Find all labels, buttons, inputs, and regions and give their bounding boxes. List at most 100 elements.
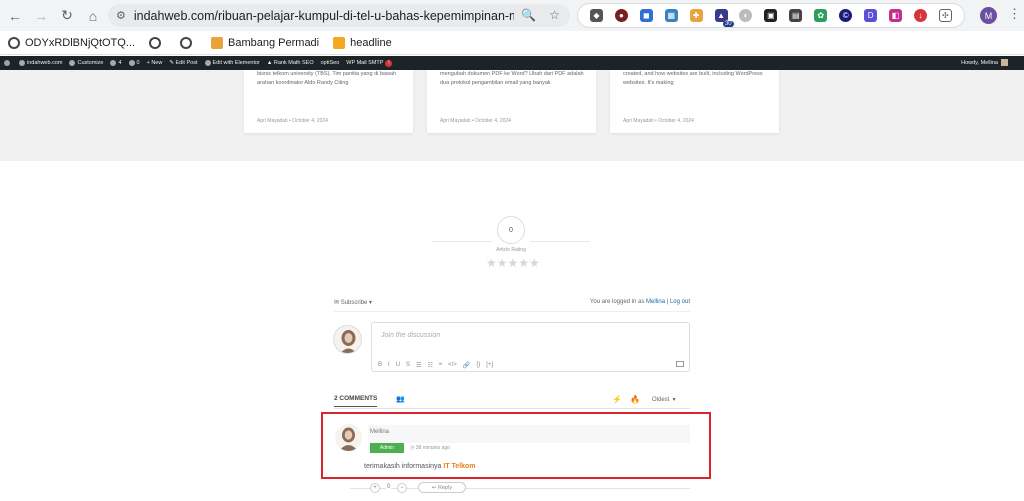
vote-count: 0 <box>386 484 392 490</box>
admin-rankmath-link[interactable]: ▲ Rank Math SEO <box>267 60 314 66</box>
zoom-icon[interactable]: 🔍 <box>521 8 536 22</box>
image-icon <box>211 36 224 49</box>
related-posts: bisnis telkom university (TBS). Tim pani… <box>0 70 1024 161</box>
bookmark-item[interactable]: ODYxRDlBNjQtOTQ... <box>8 36 135 49</box>
related-post-card[interactable]: bisnis telkom university (TBS). Tim pani… <box>244 70 413 133</box>
user-link[interactable]: Mellina <box>646 299 665 305</box>
admin-updates-link[interactable]: 4 <box>110 60 122 66</box>
caret-down-icon: ▾ <box>669 397 676 403</box>
shield-extension-icon[interactable]: ◆ <box>589 9 603 22</box>
bookmark-star-icon[interactable]: ☆ <box>549 8 560 22</box>
admin-comments-link[interactable]: 0 <box>128 60 140 66</box>
wp-logo-icon[interactable] <box>4 60 12 66</box>
home-icon[interactable]: ⌂ <box>82 5 104 27</box>
sort-dropdown[interactable]: Oldest ▾ <box>652 396 676 403</box>
comment-placeholder: Join the discussion <box>381 332 441 339</box>
doc-extension-icon[interactable]: D <box>864 9 878 22</box>
blue-square-extension-icon[interactable]: ◼ <box>639 9 653 22</box>
copyright-extension-icon[interactable]: © <box>839 9 853 22</box>
calendar-extension-icon[interactable]: ▤ <box>789 9 803 22</box>
source-button[interactable]: {} <box>476 362 480 369</box>
brush-icon <box>69 60 76 66</box>
upvote-button[interactable]: + <box>370 483 380 493</box>
italic-button[interactable]: I <box>388 362 390 369</box>
editor-toolbar: B I U S ☰ ☷ ❝ </> 🔗 {} [+] <box>378 362 493 369</box>
current-user-avatar <box>333 325 362 354</box>
quote-button[interactable]: ❝ <box>439 362 442 369</box>
unordered-list-button[interactable]: ☷ <box>427 362 432 369</box>
extensions-tray: ◆ ● ◼ ▦ ✚ ▲ 30 ◐ ▣ ▤ ✿ © D ◧ ↓ ✣ <box>577 3 965 28</box>
blue-grid-extension-icon[interactable]: ▦ <box>664 9 678 22</box>
users-icon[interactable]: 👥 <box>396 395 405 403</box>
grey-circle-extension-icon[interactable]: ◐ <box>739 9 753 22</box>
spoiler-button[interactable]: [+] <box>486 362 493 369</box>
alert-badge: ! <box>385 59 393 67</box>
rating-stars[interactable]: ★★★★★ <box>486 256 540 270</box>
bookmark-item[interactable] <box>180 36 197 49</box>
profile-avatar[interactable]: M <box>980 7 997 24</box>
admin-optiseo-link[interactable]: optiSeo <box>321 60 340 66</box>
browser-menu-icon[interactable]: ⋮ <box>1008 6 1021 22</box>
red-download-extension-icon[interactable]: ↓ <box>913 9 927 22</box>
related-post-card[interactable]: mengubah dokumen PDF ke Word? Ubah dari … <box>427 70 596 133</box>
role-badge: Admin <box>370 443 404 453</box>
comment-icon <box>128 60 135 66</box>
related-post-excerpt: created, and how websites are built, inc… <box>623 71 763 86</box>
tab-comments[interactable]: 2 COMMENTS <box>334 395 378 407</box>
mail-icon: ✉ <box>334 300 341 306</box>
wp-admin-bar: indahweb.com Customize 4 0 + New ✎ Edit … <box>0 56 1024 70</box>
caret-down-icon: ▾ <box>367 300 373 306</box>
comment-time[interactable]: ◷ 38 minutes ago <box>410 445 450 451</box>
admin-account-menu[interactable]: Howdy, Mellina <box>961 59 1008 66</box>
related-post-card[interactable]: created, and how websites are built, inc… <box>610 70 779 133</box>
comment-editor[interactable]: Join the discussion B I U S ☰ ☷ ❝ </> 🔗 … <box>371 322 690 372</box>
forward-icon[interactable]: → <box>30 5 52 27</box>
subscribe-dropdown[interactable]: ✉ Subscribe ▾ <box>334 299 373 307</box>
updates-icon <box>110 60 117 66</box>
admin-elementor-link[interactable]: Edit with Elementor <box>204 60 260 66</box>
address-bar[interactable]: ⚙ indahweb.com/ribuan-pelajar-kumpul-di-… <box>108 4 570 27</box>
comment-actions: + 0 − ↩ Reply <box>350 482 690 494</box>
elementor-icon <box>204 60 211 66</box>
comment-header <box>368 425 690 443</box>
admin-edit-post-link[interactable]: ✎ Edit Post <box>169 60 197 66</box>
leaf-extension-icon[interactable]: ✿ <box>814 9 828 22</box>
comment-strong-text: IT Telkom <box>443 463 476 470</box>
back-icon[interactable]: ← <box>4 5 26 27</box>
image-upload-icon[interactable] <box>676 361 684 367</box>
puzzle-color-extension-icon[interactable]: ✚ <box>689 9 703 22</box>
strike-button[interactable]: S <box>406 362 410 369</box>
code-button[interactable]: </> <box>448 362 457 369</box>
dark-square-extension-icon[interactable]: ▣ <box>764 9 778 22</box>
admin-site-link[interactable]: indahweb.com <box>19 60 62 66</box>
url-text[interactable]: indahweb.com/ribuan-pelajar-kumpul-di-te… <box>134 9 514 23</box>
puzzle-icon[interactable]: ✣ <box>938 9 952 22</box>
bold-button[interactable]: B <box>378 362 382 369</box>
chart-icon: ▲ <box>266 60 274 66</box>
globe-icon <box>8 36 20 49</box>
ordered-list-button[interactable]: ☰ <box>416 362 421 369</box>
underline-button[interactable]: U <box>396 362 400 369</box>
comment-author-avatar <box>335 424 362 451</box>
downvote-button[interactable]: − <box>397 483 407 493</box>
rating-value: 0 <box>497 216 525 244</box>
reply-button[interactable]: ↩ Reply <box>418 482 466 493</box>
bookmark-item[interactable]: Bambang Permadi <box>211 36 319 49</box>
comment-text: terimakasih informasinya IT Telkom <box>364 463 476 470</box>
bookmark-item[interactable] <box>149 36 166 49</box>
fire-icon[interactable]: 🔥 <box>630 395 640 404</box>
logout-link[interactable]: Log out <box>670 299 690 305</box>
admin-wp-mail-link[interactable]: WP Mail SMTP! <box>346 59 393 67</box>
pink-extension-icon[interactable]: ◧ <box>889 9 903 22</box>
site-settings-icon[interactable]: ⚙ <box>116 9 126 22</box>
link-button[interactable]: 🔗 <box>463 362 470 369</box>
admin-customize-link[interactable]: Customize <box>69 60 103 66</box>
reload-icon[interactable]: ↻ <box>56 5 78 27</box>
related-post-meta: Apri Mayadati • October 4, 2024 <box>440 118 511 124</box>
lightning-icon[interactable]: ⚡ <box>612 395 622 404</box>
admin-new-link[interactable]: + New <box>147 60 163 66</box>
bookmark-item[interactable]: headline <box>333 36 392 49</box>
comment-author[interactable]: Mellina <box>370 429 389 435</box>
graduation-extension-icon[interactable]: ▲ 30 <box>714 9 734 27</box>
red-circle-extension-icon[interactable]: ● <box>614 9 628 22</box>
